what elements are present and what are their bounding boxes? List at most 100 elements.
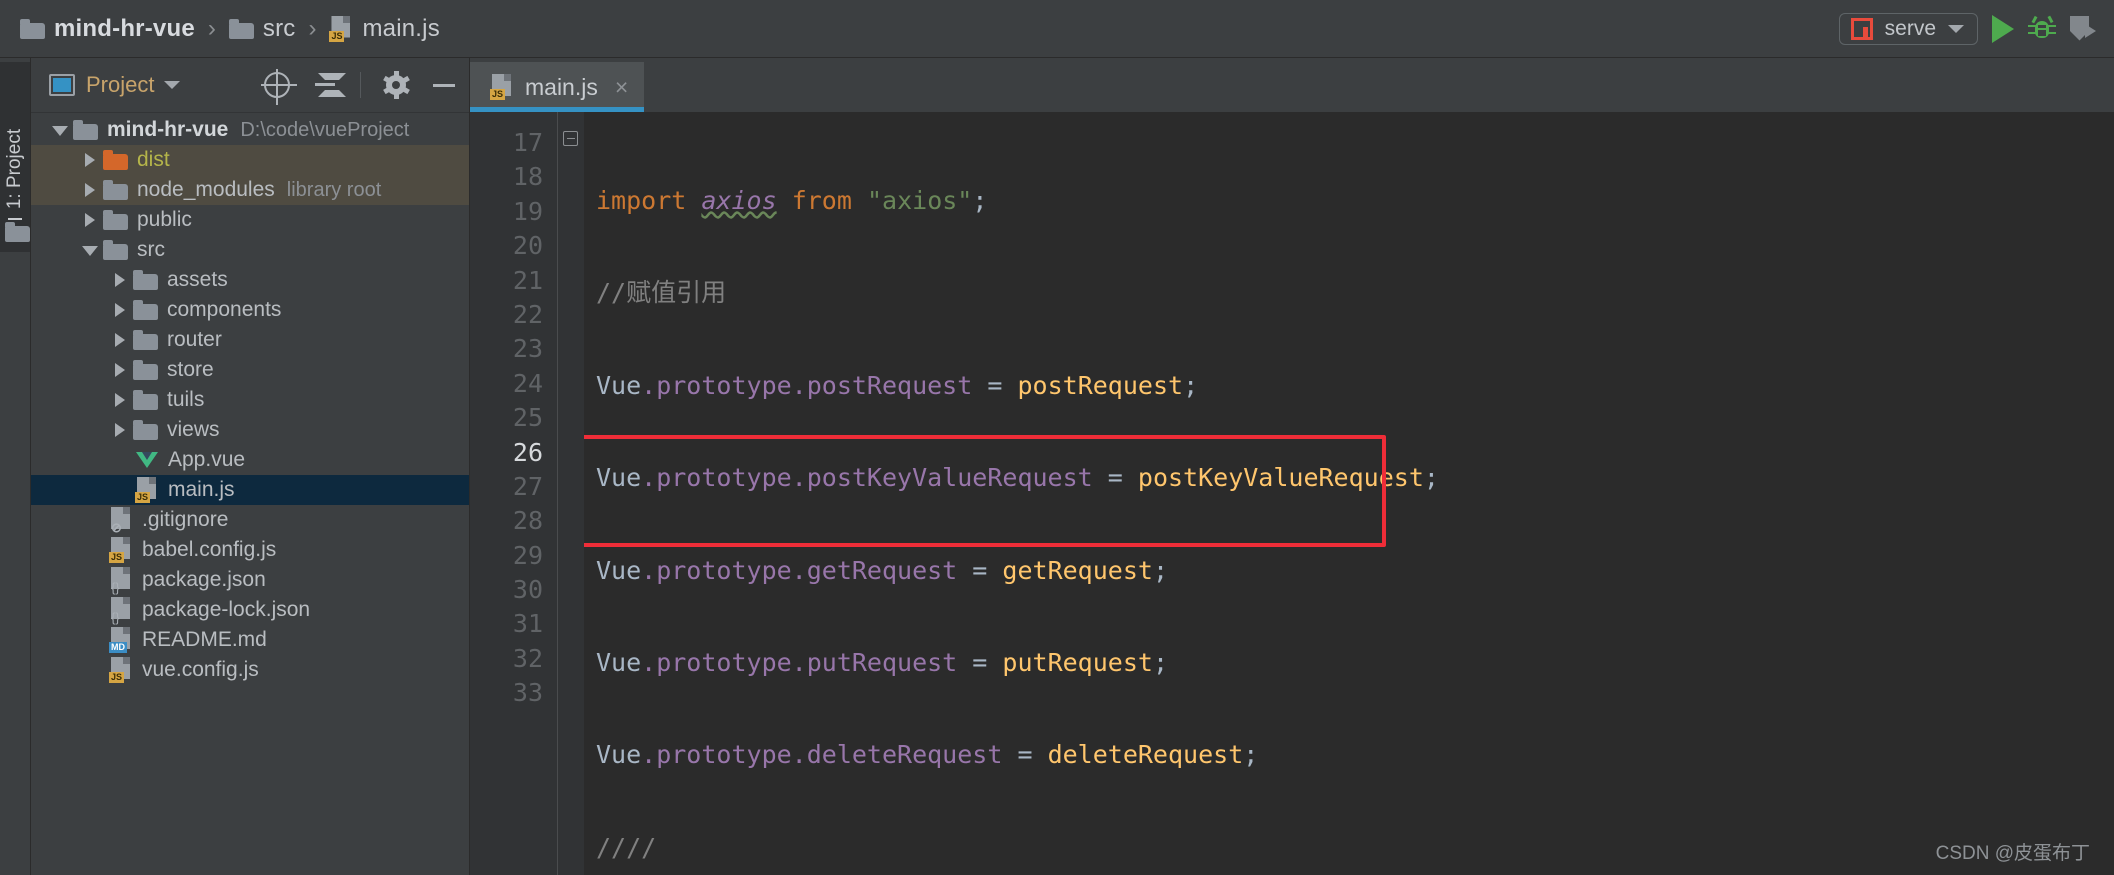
tree-item-label: dist: [137, 148, 170, 171]
code-line-21: Vue.prototype.getRequest = getRequest;: [596, 555, 1168, 585]
tree-item-label: vue.config.js: [142, 658, 259, 681]
project-panel-header: Project: [31, 58, 469, 113]
line-number: 32: [512, 643, 543, 673]
breadcrumb: mind-hr-vue › src › JS main.js: [0, 15, 440, 43]
chevron-down-icon[interactable]: [79, 239, 101, 261]
breadcrumb-label: src: [262, 14, 296, 42]
run-with-coverage-icon[interactable]: [2070, 15, 2096, 43]
tree-row-views[interactable]: views: [31, 415, 469, 445]
debug-bug-icon[interactable]: [2028, 15, 2056, 42]
tree-row-vue-config[interactable]: JS vue.config.js: [31, 655, 469, 685]
code-editor[interactable]: 17 18 19 20 21 22 23 24 25 26 27 28 29 3…: [470, 112, 2114, 875]
tree-row-src[interactable]: src: [31, 235, 469, 265]
code-line-19: Vue.prototype.postRequest = postRequest;: [596, 370, 1199, 400]
chevron-right-icon[interactable]: [109, 359, 131, 381]
collapse-all-icon[interactable]: [312, 72, 346, 98]
code-fold-icon[interactable]: [563, 131, 578, 146]
code-line-17: import axios from "axios";: [596, 186, 988, 215]
tree-item-label: README.md: [142, 628, 267, 651]
run-configuration-selector[interactable]: serve: [1838, 12, 1978, 45]
code-line-22: Vue.prototype.putRequest = putRequest;: [596, 647, 1168, 677]
comment-text: ////: [596, 832, 657, 862]
tree-row-assets[interactable]: assets: [31, 265, 469, 295]
run-play-icon[interactable]: [1992, 14, 2014, 43]
tree-item-label: .gitignore: [142, 508, 229, 531]
comment-text: //赋值引用: [596, 278, 727, 308]
gear-icon[interactable]: [383, 71, 410, 99]
chevron-down-icon[interactable]: [164, 81, 181, 89]
tree-row-components[interactable]: components: [31, 295, 469, 325]
code-content[interactable]: import axios from "axios"; //赋值引用 Vue.pr…: [584, 112, 2114, 875]
close-icon[interactable]: ×: [615, 74, 628, 101]
chevron-down-icon[interactable]: [49, 119, 71, 141]
line-number: 30: [512, 575, 543, 605]
folder-icon: [133, 330, 158, 350]
editor-tab-label: main.js: [525, 73, 598, 100]
tree-item-tag: library root: [286, 178, 382, 201]
js-file-icon: JS: [135, 477, 159, 503]
project-panel: Project mind-hr-vue D:\code\vueProject d…: [31, 58, 470, 875]
gitignore-file-icon: ⊘: [109, 507, 133, 534]
top-toolbar: mind-hr-vue › src › JS main.js serve: [0, 0, 2114, 58]
breadcrumb-item-src[interactable]: src: [228, 14, 296, 43]
tree-row-main-js[interactable]: JS main.js: [31, 475, 469, 505]
editor-area: JS main.js × 17 18 19 20 21 22 23 24 25: [470, 58, 2114, 875]
tree-row-public[interactable]: public: [31, 205, 469, 235]
project-tree[interactable]: mind-hr-vue D:\code\vueProject dist node…: [31, 113, 469, 875]
tree-row-readme[interactable]: MD README.md: [31, 625, 469, 655]
tree-row-package-lock-json[interactable]: {} package-lock.json: [31, 595, 469, 625]
tree-row-node-modules[interactable]: node_modules library root: [31, 175, 469, 205]
chevron-right-icon[interactable]: [109, 419, 131, 441]
watermark: CSDN @皮蛋布丁: [1935, 843, 2090, 864]
tree-row-router[interactable]: router: [31, 325, 469, 355]
line-number: 22: [512, 299, 543, 329]
editor-tab-bar: JS main.js ×: [470, 58, 2114, 112]
tree-row-store[interactable]: store: [31, 355, 469, 385]
line-number: 25: [512, 403, 543, 433]
line-number: 18: [512, 162, 543, 192]
js-file-icon: JS: [329, 15, 353, 42]
tree-row-package-json[interactable]: {} package.json: [31, 565, 469, 595]
scroll-from-source-icon[interactable]: [261, 69, 297, 105]
tree-item-path: D:\code\vueProject: [240, 118, 410, 141]
vue-file-icon: [135, 448, 159, 472]
js-file-icon: JS: [490, 74, 514, 100]
folder-icon: [103, 240, 128, 260]
folder-icon: [103, 180, 128, 200]
folder-icon: [133, 390, 158, 410]
json-file-icon: {}: [109, 597, 133, 624]
chevron-right-icon[interactable]: [109, 329, 131, 351]
tree-row-app-vue[interactable]: App.vue: [31, 445, 469, 475]
tree-row-gitignore[interactable]: ⊘ .gitignore: [31, 505, 469, 535]
chevron-right-icon[interactable]: [79, 179, 101, 201]
chevron-right-icon[interactable]: [79, 149, 101, 171]
line-number: 31: [512, 609, 543, 639]
tree-row-mind-hr-vue[interactable]: mind-hr-vue D:\code\vueProject: [31, 115, 469, 145]
fold-gutter[interactable]: [558, 112, 584, 875]
chevron-right-icon[interactable]: [109, 389, 131, 411]
tree-item-label: components: [167, 298, 282, 321]
chevron-right-icon[interactable]: [109, 269, 131, 291]
breadcrumb-item-project[interactable]: mind-hr-vue: [20, 15, 195, 43]
folder-icon: [5, 222, 30, 242]
project-window-icon: [49, 74, 75, 96]
chevron-right-icon[interactable]: [79, 209, 101, 231]
folder-icon: [133, 270, 158, 290]
tree-item-label: router: [167, 328, 222, 351]
tree-row-dist[interactable]: dist: [31, 145, 469, 175]
breadcrumb-label: main.js: [362, 14, 440, 42]
chevron-right-icon[interactable]: [109, 299, 131, 321]
hide-icon[interactable]: [431, 72, 457, 98]
line-number-gutter: 17 18 19 20 21 22 23 24 25 26 27 28 29 3…: [470, 112, 558, 875]
folder-icon: [133, 420, 158, 440]
breadcrumb-separator: ›: [308, 14, 317, 42]
tree-row-tuils[interactable]: tuils: [31, 385, 469, 415]
tool-tab-project[interactable]: 1: Project: [0, 62, 30, 252]
breadcrumb-item-file[interactable]: JS main.js: [329, 14, 440, 43]
tree-item-label: node_modules: [137, 178, 275, 201]
tree-row-babel-config[interactable]: JS babel.config.js: [31, 535, 469, 565]
tree-item-label: App.vue: [168, 448, 246, 471]
folder-icon: [20, 18, 45, 39]
editor-tab-main-js[interactable]: JS main.js ×: [470, 62, 645, 112]
js-file-icon: JS: [109, 537, 133, 563]
